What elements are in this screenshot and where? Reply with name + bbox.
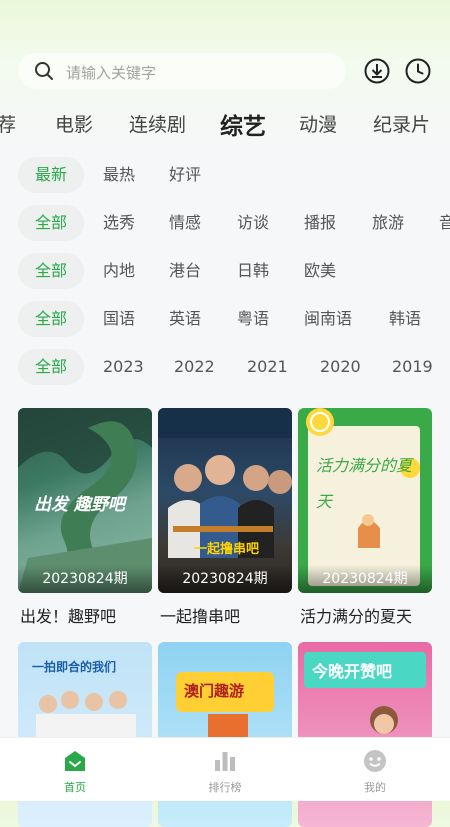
language-chip[interactable]: 韩语	[389, 301, 421, 337]
search-bar[interactable]: 请输入关键字	[18, 53, 346, 89]
year-filter-row: 全部 2023 2022 2021 2020 2019	[0, 349, 450, 385]
profile-icon	[364, 750, 386, 772]
sort-chip[interactable]: 最热	[103, 157, 135, 193]
chart-icon	[215, 752, 235, 771]
nav-home[interactable]: 首页	[0, 738, 150, 801]
episode-label: 20230824期	[298, 565, 432, 593]
year-chip[interactable]: 2023	[103, 349, 144, 385]
type-chip[interactable]: 访谈	[237, 205, 269, 241]
region-chip[interactable]: 全部	[18, 253, 84, 289]
year-chip[interactable]: 全部	[18, 349, 84, 385]
region-chip[interactable]: 港台	[169, 253, 201, 289]
sort-filter-row: 最新 最热 好评	[0, 157, 450, 193]
tab-movie[interactable]: 电影	[55, 110, 93, 137]
type-filter-row: 全部 选秀 情感 访谈 播报 旅游 音	[0, 205, 450, 241]
search-input[interactable]: 请输入关键字	[66, 62, 156, 83]
type-chip[interactable]: 全部	[18, 205, 84, 241]
tab-series[interactable]: 连续剧	[129, 110, 186, 137]
region-chip[interactable]: 内地	[103, 253, 135, 289]
sort-chip[interactable]: 最新	[18, 157, 84, 193]
episode-label: 20230824期	[18, 565, 152, 593]
nav-label: 排行榜	[208, 781, 242, 794]
poster-image[interactable]: 出发 趣野吧 20230824期	[18, 408, 152, 593]
year-chip[interactable]: 2019	[392, 349, 433, 385]
category-tabs: 荐 电影 连续剧 综艺 动漫 纪录片	[0, 104, 450, 144]
poster-image[interactable]: 活力满分的夏天 20230824期	[298, 408, 432, 593]
type-chip[interactable]: 音	[439, 205, 450, 241]
region-chip[interactable]: 欧美	[304, 253, 336, 289]
bottom-navigation: 首页 排行榜 我的	[0, 737, 450, 801]
language-chip[interactable]: 粤语	[237, 301, 269, 337]
year-chip[interactable]: 2021	[247, 349, 288, 385]
language-filter-row: 全部 国语 英语 粤语 闽南语 韩语	[0, 301, 450, 337]
language-chip[interactable]: 英语	[169, 301, 201, 337]
type-chip[interactable]: 播报	[304, 205, 336, 241]
card-title[interactable]: 出发！趣野吧	[20, 603, 116, 627]
poster-title-art: 出发 趣野吧	[34, 495, 125, 515]
sort-chip[interactable]: 好评	[169, 157, 201, 193]
tab-variety[interactable]: 综艺	[220, 107, 266, 141]
poster-title-art: 一拍即合的我们	[32, 660, 117, 674]
type-chip[interactable]: 情感	[169, 205, 201, 241]
nav-profile[interactable]: 我的	[300, 738, 450, 801]
nav-label: 首页	[64, 781, 86, 794]
type-chip[interactable]: 旅游	[372, 205, 404, 241]
tab-anime[interactable]: 动漫	[299, 110, 337, 137]
poster-image[interactable]: 一起撸串吧 20230824期	[158, 408, 292, 593]
home-icon	[65, 751, 85, 771]
region-chip[interactable]: 日韩	[237, 253, 269, 289]
card-title[interactable]: 活力满分的夏天	[300, 603, 412, 627]
year-chip[interactable]: 2022	[174, 349, 215, 385]
history-clock-icon[interactable]	[405, 58, 431, 84]
region-filter-row: 全部 内地 港台 日韩 欧美	[0, 253, 450, 289]
nav-label: 我的	[364, 781, 386, 794]
nav-ranking[interactable]: 排行榜	[150, 738, 300, 801]
download-icon[interactable]	[364, 58, 390, 84]
episode-label: 20230824期	[158, 565, 292, 593]
poster-title-art: 今晚开赞吧	[312, 662, 393, 681]
language-chip[interactable]: 全部	[18, 301, 84, 337]
poster-title-art: 一起撸串吧	[194, 542, 260, 557]
tab-documentary[interactable]: 纪录片	[373, 110, 430, 137]
card-title[interactable]: 一起撸串吧	[160, 603, 240, 627]
poster-title-art: 澳门趣游	[184, 682, 245, 700]
type-chip[interactable]: 选秀	[103, 205, 135, 241]
poster-title-art: 活力满分的夏天	[316, 456, 413, 511]
year-chip[interactable]: 2020	[320, 349, 361, 385]
tab-recommend[interactable]: 荐	[0, 110, 16, 137]
language-chip[interactable]: 国语	[103, 301, 135, 337]
search-icon	[35, 62, 53, 80]
language-chip[interactable]: 闽南语	[304, 301, 352, 337]
